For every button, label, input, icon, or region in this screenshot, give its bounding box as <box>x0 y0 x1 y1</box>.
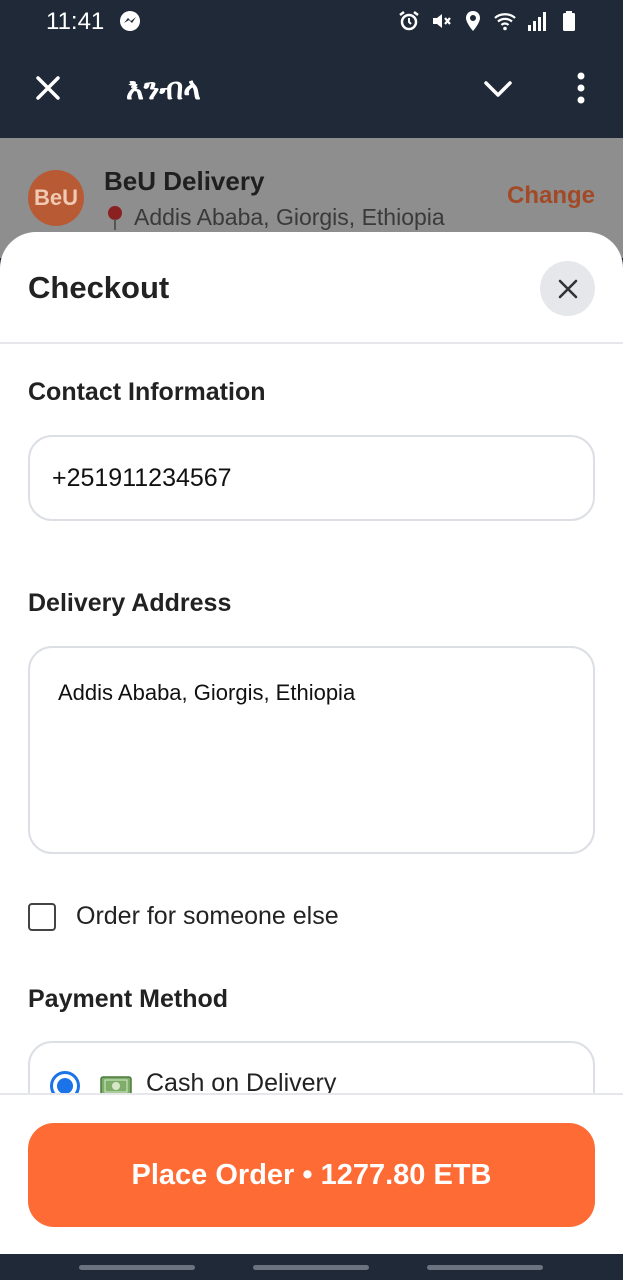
app-bar: እንብላ <box>0 44 623 138</box>
phone-input[interactable]: +251911234567 <box>28 435 595 521</box>
order-for-someone-label: Order for someone else <box>76 902 339 930</box>
change-button[interactable]: Change <box>507 182 595 210</box>
status-icons <box>397 9 581 33</box>
shop-avatar: BeU <box>28 170 84 226</box>
place-order-button[interactable]: Place Order • 1277.80 ETB <box>28 1123 595 1227</box>
signal-icon <box>528 12 546 31</box>
nav-back[interactable] <box>427 1265 543 1270</box>
address-textarea[interactable]: Addis Ababa, Giorgis, Ethiopia <box>28 646 595 854</box>
shop-location: Addis Ababa, Giorgis, Ethiopia <box>104 204 445 231</box>
close-icon <box>558 279 577 298</box>
order-for-someone-row[interactable]: Order for someone else <box>28 902 339 931</box>
checkout-title: Checkout <box>28 270 170 305</box>
sheet-close-button[interactable] <box>540 261 595 316</box>
status-bar: 11:41 <box>0 0 623 44</box>
sheet-header: Checkout <box>0 232 623 344</box>
more-vertical-icon[interactable] <box>566 70 596 106</box>
battery-icon <box>563 11 575 31</box>
alarm-icon <box>399 11 419 31</box>
location-icon <box>466 11 480 31</box>
shop-location-text: Addis Ababa, Giorgis, Ethiopia <box>134 204 445 230</box>
status-time: 11:41 <box>46 8 105 35</box>
messenger-icon <box>120 11 140 31</box>
contact-info-label: Contact Information <box>28 378 266 406</box>
order-for-someone-checkbox[interactable] <box>28 902 56 931</box>
mute-icon <box>433 14 451 28</box>
chevron-down-icon[interactable] <box>481 72 515 106</box>
pin-icon <box>108 205 122 230</box>
system-nav-bar <box>0 1254 623 1280</box>
payment-method-label: Payment Method <box>28 985 229 1013</box>
nav-recents[interactable] <box>79 1265 195 1270</box>
app-title: እንብላ <box>126 72 201 107</box>
close-icon[interactable] <box>30 70 66 106</box>
wifi-icon <box>494 13 516 31</box>
delivery-address-label: Delivery Address <box>28 589 232 617</box>
nav-home[interactable] <box>253 1265 369 1270</box>
checkout-sheet: Checkout Contact Information +2519112345… <box>0 232 623 1254</box>
shop-name: BeU Delivery <box>104 166 265 196</box>
sheet-footer: Place Order • 1277.80 ETB <box>0 1093 623 1254</box>
